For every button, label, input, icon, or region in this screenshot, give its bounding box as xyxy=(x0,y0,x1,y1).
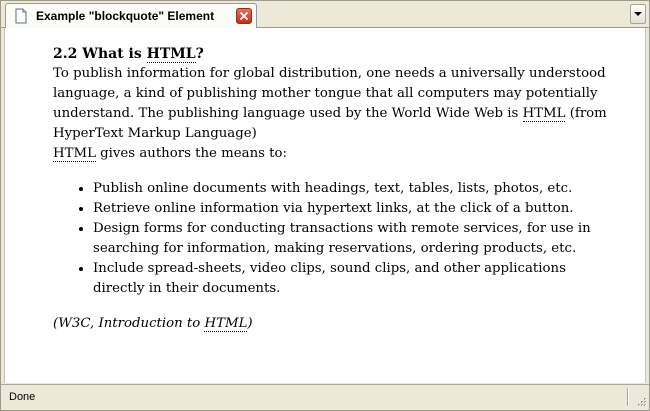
heading-abbr-html: HTML xyxy=(146,46,196,63)
means-abbr-html: HTML xyxy=(53,146,96,162)
list-item: Publish online documents with headings, … xyxy=(93,179,613,199)
tab-bar: Example "blockquote" Element xyxy=(1,1,649,28)
intro-abbr-html: HTML xyxy=(522,106,566,122)
tab-title: Example "blockquote" Element xyxy=(36,9,215,23)
browser-window: Example "blockquote" Element 2.2 What is… xyxy=(0,0,650,411)
status-text: Done xyxy=(9,391,36,403)
status-bar: Done xyxy=(1,384,649,410)
close-icon[interactable] xyxy=(236,8,252,24)
list-item: Design forms for conducting transactions… xyxy=(93,219,613,259)
section-heading: 2.2 What is HTML? xyxy=(53,44,613,64)
features-list: Publish online documents with headings, … xyxy=(53,179,613,299)
status-divider xyxy=(627,388,629,406)
tab-list-button[interactable] xyxy=(630,4,646,24)
resize-grip-icon[interactable] xyxy=(633,394,647,408)
intro-paragraph: To publish information for global distri… xyxy=(53,64,613,144)
means-text: gives authors the means to: xyxy=(95,146,288,161)
tab-blockquote-example[interactable]: Example "blockquote" Element xyxy=(5,3,257,28)
means-paragraph: HTML gives authors the means to: xyxy=(53,144,613,164)
list-item: Include spread-sheets, video clips, soun… xyxy=(93,259,613,299)
chevron-down-icon xyxy=(634,12,642,16)
citation-prefix: (W3C, Introduction to xyxy=(53,316,205,331)
heading-suffix: ? xyxy=(195,46,204,62)
heading-number: 2.2 What is xyxy=(53,46,147,62)
citation-suffix: ) xyxy=(247,316,253,331)
citation-abbr-html: HTML xyxy=(204,316,248,332)
page-icon xyxy=(13,8,29,24)
blockquote: 2.2 What is HTML? To publish information… xyxy=(53,28,613,334)
list-item: Retrieve online information via hypertex… xyxy=(93,199,613,219)
citation: (W3C, Introduction to HTML) xyxy=(53,314,613,334)
page-content[interactable]: 2.2 What is HTML? To publish information… xyxy=(4,28,646,383)
